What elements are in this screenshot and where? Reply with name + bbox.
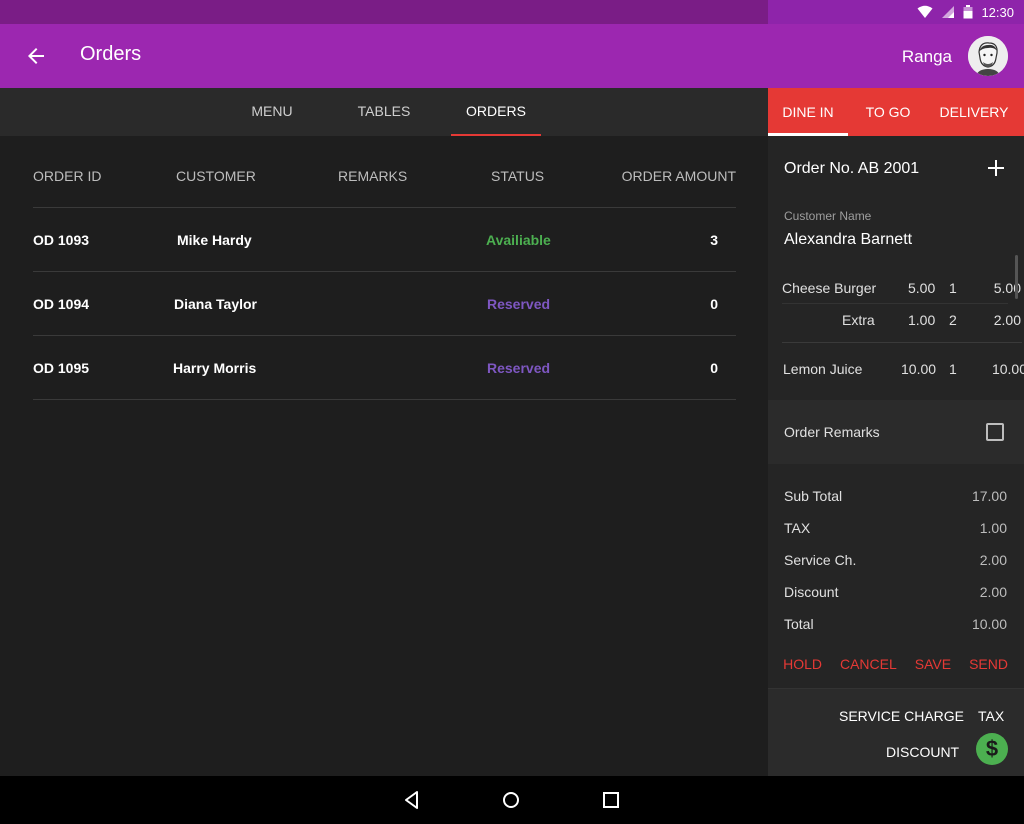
item-qty: 1 — [949, 361, 957, 377]
item-price: 10.00 — [901, 361, 937, 377]
user-name: Ranga — [901, 47, 952, 66]
header-order-id[interactable]: ORDER ID — [33, 168, 101, 184]
order-remarks-checkbox[interactable] — [986, 423, 1004, 441]
table-row[interactable]: OD 1094 Diana Taylor Reserved 0 — [33, 272, 736, 336]
recents-nav-icon[interactable] — [599, 788, 623, 812]
total-label: TAX — [784, 520, 811, 536]
status-time: 12:30 — [981, 4, 1014, 20]
order-panel: Order No. AB 2001 Customer Name Alexandr… — [768, 136, 1024, 776]
header-order-amount[interactable]: ORDER AMOUNT — [622, 168, 736, 184]
cell-order-id: OD 1093 — [33, 232, 90, 248]
orders-table: ORDER ID CUSTOMER REMARKS STATUS ORDER A… — [33, 144, 736, 400]
total-value: 2.00 — [979, 584, 1007, 600]
order-item-extra[interactable]: Extra 1.00 2 2.00 — [782, 304, 1021, 336]
cell-order-id: OD 1094 — [33, 296, 90, 312]
item-name: Lemon Juice — [783, 361, 863, 377]
total-value: 10.00 — [971, 616, 1007, 632]
table-row[interactable]: OD 1095 Harry Morris Reserved 0 — [33, 336, 736, 400]
cell-customer: Diana Taylor — [174, 296, 257, 312]
system-nav-bar — [0, 776, 1024, 824]
tab-delivery[interactable]: DELIVERY — [938, 88, 1010, 136]
panel-header: Ranga — [768, 24, 1024, 88]
order-remarks-row: Order Remarks — [768, 400, 1024, 464]
total-label: Service Ch. — [784, 552, 857, 568]
item-total: 2.00 — [993, 312, 1021, 328]
item-divider — [782, 342, 1022, 343]
home-nav-icon[interactable] — [499, 788, 523, 812]
cell-amount: 3 — [710, 232, 718, 248]
total-value: 1.00 — [979, 520, 1007, 536]
total-value: 2.00 — [979, 552, 1007, 568]
item-total: 10.00 — [991, 361, 1024, 377]
cell-amount: 0 — [710, 360, 718, 376]
cell-order-id: OD 1095 — [33, 360, 90, 376]
cell-status: Availiable — [486, 232, 551, 248]
item-name: Cheese Burger — [782, 280, 877, 296]
item-price: 5.00 — [908, 280, 936, 296]
panel-footer: SERVICE CHARGE TAX DISCOUNT $ — [768, 688, 1024, 776]
signal-icon — [942, 6, 955, 18]
order-actions: HOLD CANCEL SAVE SEND — [783, 656, 1008, 672]
header-remarks[interactable]: REMARKS — [338, 168, 407, 184]
order-number: Order No. AB 2001 — [784, 160, 920, 177]
add-icon[interactable] — [986, 158, 1006, 178]
order-item[interactable]: Lemon Juice 10.00 1 10.00 — [782, 353, 1024, 385]
table-header: ORDER ID CUSTOMER REMARKS STATUS ORDER A… — [33, 144, 736, 208]
customer-name-label: Customer Name — [784, 209, 872, 223]
total-row: Sub Total 17.00 — [784, 480, 1007, 512]
order-type-tabs: DINE IN TO GO DELIVERY — [768, 88, 1024, 136]
totals-section: Sub Total 17.00 TAX 1.00 Service Ch. 2.0… — [784, 480, 1007, 640]
item-qty: 1 — [949, 280, 957, 296]
discount-button[interactable]: DISCOUNT — [886, 744, 959, 760]
customer-name-field[interactable]: Alexandra Barnett — [784, 231, 912, 249]
total-row: Service Ch. 2.00 — [784, 544, 1007, 576]
cell-customer: Mike Hardy — [177, 232, 252, 248]
total-label: Total — [784, 616, 814, 632]
item-qty: 2 — [949, 312, 957, 328]
order-item[interactable]: Cheese Burger 5.00 1 5.00 — [782, 272, 1021, 304]
section-tabs: MENU TABLES ORDERS — [0, 88, 768, 136]
send-button[interactable]: SEND — [969, 656, 1008, 672]
tab-dine-in[interactable]: DINE IN — [768, 88, 848, 136]
header-status[interactable]: STATUS — [491, 168, 544, 184]
service-charge-button[interactable]: SERVICE CHARGE — [839, 708, 964, 724]
total-label: Discount — [784, 584, 839, 600]
battery-icon — [963, 5, 973, 19]
total-row: Discount 2.00 — [784, 576, 1007, 608]
total-row: Total 10.00 — [784, 608, 1007, 640]
tax-button[interactable]: TAX — [978, 708, 1004, 724]
total-label: Sub Total — [784, 488, 843, 504]
cell-status: Reserved — [487, 360, 551, 376]
item-price: 1.00 — [908, 312, 936, 328]
scrollbar[interactable] — [1015, 255, 1018, 299]
save-button[interactable]: SAVE — [915, 656, 951, 672]
avatar[interactable] — [968, 36, 1008, 76]
total-value: 17.00 — [971, 488, 1007, 504]
dollar-icon[interactable]: $ — [976, 733, 1008, 765]
avatar-face-icon — [968, 36, 1008, 76]
cell-amount: 0 — [710, 296, 718, 312]
hold-button[interactable]: HOLD — [783, 656, 822, 672]
table-row[interactable]: OD 1093 Mike Hardy Availiable 3 — [33, 208, 736, 272]
tab-tables[interactable]: TABLES — [344, 88, 424, 136]
page-title: Orders — [80, 43, 142, 65]
total-row: TAX 1.00 — [784, 512, 1007, 544]
tab-to-go[interactable]: TO GO — [858, 88, 918, 136]
order-remarks-label: Order Remarks — [784, 424, 880, 440]
wifi-icon — [917, 5, 933, 18]
cell-customer: Harry Morris — [173, 360, 257, 376]
header-customer[interactable]: CUSTOMER — [176, 168, 256, 184]
item-name: Extra — [842, 312, 875, 328]
back-nav-icon[interactable] — [400, 788, 424, 812]
app-bar: Orders — [0, 24, 768, 88]
cancel-button[interactable]: CANCEL — [840, 656, 897, 672]
cell-status: Reserved — [487, 296, 551, 312]
order-items-list: Cheese Burger 5.00 1 5.00 Extra 1.00 2 2… — [782, 264, 1024, 390]
tab-menu[interactable]: MENU — [240, 88, 304, 136]
status-bar-right: 12:30 — [768, 0, 1024, 24]
tab-orders[interactable]: ORDERS — [451, 88, 541, 136]
arrow-back-icon[interactable] — [24, 44, 48, 68]
